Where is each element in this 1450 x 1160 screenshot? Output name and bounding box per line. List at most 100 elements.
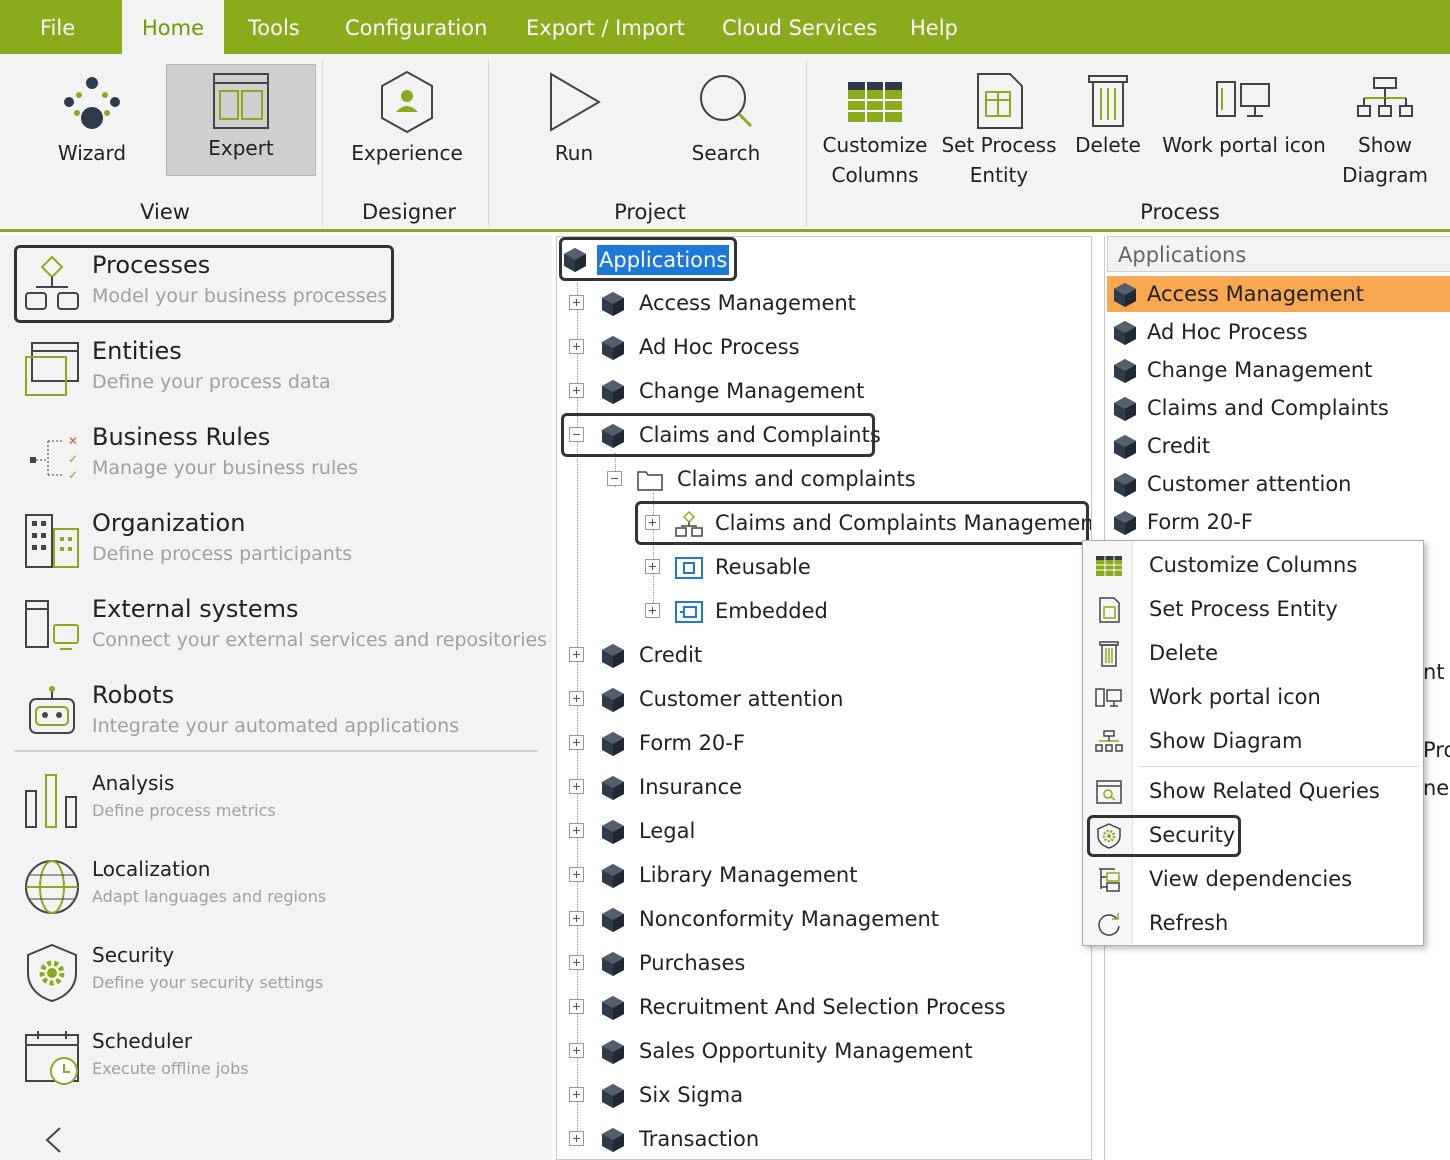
ctx-delete[interactable]: Delete xyxy=(1083,631,1423,675)
expand-toggle-icon[interactable] xyxy=(569,1131,584,1146)
expand-toggle-icon[interactable] xyxy=(645,559,660,574)
ctx-work-portal-icon[interactable]: Work portal icon xyxy=(1083,675,1423,719)
module-desc: Define your process data xyxy=(92,371,331,393)
module-scheduler[interactable]: Scheduler Execute offline jobs xyxy=(20,1021,545,1101)
context-menu-separator xyxy=(1139,766,1419,767)
expand-toggle-icon[interactable] xyxy=(645,603,660,618)
folder-icon xyxy=(637,471,663,491)
tree-node-label: Six Sigma xyxy=(639,1083,744,1107)
expand-toggle-icon[interactable] xyxy=(569,691,584,706)
expand-toggle-icon[interactable] xyxy=(569,1043,584,1058)
ctx-label: View dependencies xyxy=(1149,867,1353,891)
menu-configuration[interactable]: Configuration xyxy=(345,0,487,54)
search-button[interactable]: Search xyxy=(680,68,772,178)
application-hex-icon xyxy=(601,335,625,361)
expand-toggle-icon[interactable] xyxy=(569,383,584,398)
module-localization[interactable]: Localization Adapt languages and regions xyxy=(20,849,545,929)
diagram-icon xyxy=(1357,77,1413,117)
ctx-customize-columns[interactable]: Customize Columns xyxy=(1083,543,1423,587)
menu-cloud-services[interactable]: Cloud Services xyxy=(722,0,877,54)
tree-node-label: Nonconformity Management xyxy=(639,907,940,931)
wizard-icon xyxy=(64,77,120,129)
module-entities[interactable]: Entities Define your process data xyxy=(20,331,545,411)
wizard-button[interactable]: Wizard xyxy=(44,68,140,178)
expand-toggle-icon[interactable] xyxy=(569,779,584,794)
ctx-refresh[interactable]: Refresh xyxy=(1083,901,1423,945)
expand-toggle-icon[interactable] xyxy=(569,911,584,926)
application-hex-icon xyxy=(601,379,625,405)
show-diagram-button[interactable]: Show Diagram xyxy=(1340,72,1430,202)
expand-toggle-icon[interactable] xyxy=(569,295,584,310)
list-item[interactable]: Customer attention xyxy=(1107,466,1450,502)
expert-button[interactable]: Expert xyxy=(166,64,316,176)
menu-file[interactable]: File xyxy=(40,0,75,54)
module-title: Security xyxy=(92,943,175,967)
expand-toggle-icon[interactable] xyxy=(569,955,584,970)
ctx-label: Set Process Entity xyxy=(1149,597,1338,621)
expand-toggle-icon[interactable] xyxy=(569,1087,584,1102)
chevron-left-icon[interactable] xyxy=(42,1125,66,1155)
wizard-label: Wizard xyxy=(57,141,127,165)
work-portal-icon-button[interactable]: Work portal icon xyxy=(1158,72,1330,182)
tree-node-label: Form 20-F xyxy=(639,731,745,755)
application-hex-icon xyxy=(601,995,625,1021)
module-external-systems[interactable]: External systems Connect your external s… xyxy=(20,589,547,669)
module-security[interactable]: Security Define your security settings xyxy=(20,935,545,1015)
group-designer-label: Designer xyxy=(361,200,457,224)
ctx-show-related-queries[interactable]: Show Related Queries xyxy=(1083,769,1423,813)
entities-icon xyxy=(25,342,79,396)
delete-button[interactable]: Delete xyxy=(1070,72,1146,182)
module-organization[interactable]: Organization Define process participants xyxy=(20,503,545,583)
obscured-list-text: Pro xyxy=(1423,738,1450,762)
module-processes[interactable]: Processes Model your business processes xyxy=(20,245,545,325)
list-header[interactable]: Applications xyxy=(1107,236,1450,272)
globe-icon xyxy=(25,860,79,914)
expand-toggle-icon[interactable] xyxy=(569,339,584,354)
menu-home[interactable]: Home xyxy=(122,0,224,54)
list-item[interactable]: Credit xyxy=(1107,428,1450,464)
list-item[interactable]: Ad Hoc Process xyxy=(1107,314,1450,350)
list-item-label: Customer attention xyxy=(1147,472,1352,496)
run-button[interactable]: Run xyxy=(526,68,622,178)
table-columns-icon xyxy=(848,82,902,122)
play-icon xyxy=(550,72,601,132)
module-title: External systems xyxy=(92,595,299,623)
expand-toggle-icon[interactable] xyxy=(569,647,584,662)
application-hex-icon xyxy=(1113,510,1137,536)
module-title: Organization xyxy=(92,509,246,537)
set-entity-label-1: Set Process xyxy=(941,133,1057,157)
dependencies-icon xyxy=(1099,868,1120,892)
expand-toggle-icon[interactable] xyxy=(569,823,584,838)
show-diagram-label-2: Diagram xyxy=(1342,163,1428,187)
expand-toggle-icon[interactable] xyxy=(569,735,584,750)
list-item[interactable]: Change Management xyxy=(1107,352,1450,388)
ctx-set-process-entity[interactable]: Set Process Entity xyxy=(1083,587,1423,631)
menu-help[interactable]: Help xyxy=(910,0,958,54)
module-desc: Integrate your automated applications xyxy=(92,715,460,737)
application-hex-icon xyxy=(601,907,625,933)
ctx-view-dependencies[interactable]: View dependencies xyxy=(1083,857,1423,901)
application-hex-icon xyxy=(601,291,625,317)
collapse-toggle-icon[interactable] xyxy=(607,471,622,486)
list-item-label: Access Management xyxy=(1147,282,1364,306)
set-process-entity-button[interactable]: Set Process Entity xyxy=(940,72,1058,202)
module-analysis[interactable]: Analysis Define process metrics xyxy=(20,763,545,843)
module-business-rules[interactable]: ✕ ✓ ✓ Business Rules Manage your busines… xyxy=(20,417,545,497)
list-item[interactable]: Access Management xyxy=(1107,276,1450,312)
customize-columns-button[interactable]: Customize Columns xyxy=(820,72,930,202)
list-item[interactable]: Form 20-F xyxy=(1107,504,1450,540)
list-item[interactable]: Claims and Complaints xyxy=(1107,390,1450,426)
experience-button[interactable]: Experience xyxy=(346,68,468,178)
menu-tools[interactable]: Tools xyxy=(248,0,300,54)
expand-toggle-icon[interactable] xyxy=(569,867,584,882)
bar-chart-icon xyxy=(25,774,77,828)
expand-toggle-icon[interactable] xyxy=(569,999,584,1014)
ctx-show-diagram[interactable]: Show Diagram xyxy=(1083,719,1423,763)
module-robots[interactable]: Robots Integrate your automated applicat… xyxy=(20,675,545,755)
tree-node-label: Claims and complaints xyxy=(677,467,916,491)
module-desc: Manage your business rules xyxy=(92,457,358,479)
module-title: Robots xyxy=(92,681,175,709)
application-hex-icon xyxy=(1113,472,1137,498)
menu-export-import[interactable]: Export / Import xyxy=(526,0,685,54)
organization-building-icon xyxy=(25,514,79,568)
